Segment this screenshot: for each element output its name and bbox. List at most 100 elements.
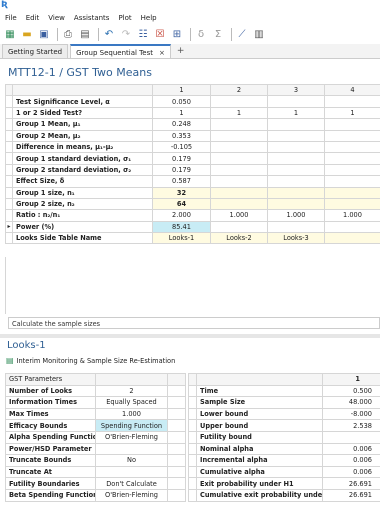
menu-file[interactable]: File bbox=[0, 13, 21, 25]
grid-cell[interactable]: -0.105 bbox=[152, 140, 211, 154]
menu-assistants[interactable]: Assistants bbox=[69, 13, 114, 25]
grid-cell[interactable] bbox=[210, 220, 268, 234]
grid-cell[interactable] bbox=[210, 129, 268, 142]
result-cell[interactable]: 48.000 bbox=[322, 396, 380, 409]
grid-cell[interactable]: 0.248 bbox=[152, 118, 211, 131]
param-cell[interactable]: Equally Spaced bbox=[95, 396, 168, 409]
grid-cell[interactable] bbox=[267, 140, 325, 154]
result-cell[interactable]: 0.006 bbox=[322, 465, 380, 479]
grid-cell[interactable] bbox=[267, 220, 325, 234]
menu-help[interactable]: Help bbox=[136, 13, 161, 25]
grid-cell[interactable]: 0.587 bbox=[152, 175, 211, 188]
param-cell[interactable] bbox=[95, 442, 168, 456]
grid-cell[interactable] bbox=[210, 140, 268, 154]
insert-rows-icon[interactable]: ☷ bbox=[136, 28, 150, 42]
grid-cell[interactable] bbox=[267, 163, 325, 177]
grid-cell[interactable] bbox=[324, 175, 380, 188]
column-header[interactable]: 1 bbox=[152, 83, 211, 97]
result-cell[interactable]: 2.538 bbox=[322, 419, 380, 432]
grid-cell[interactable] bbox=[324, 163, 380, 177]
grid-cell[interactable] bbox=[324, 152, 380, 165]
chart-icon[interactable]: ⟋ bbox=[235, 28, 249, 42]
grid-cell[interactable] bbox=[324, 186, 380, 199]
fill-icon[interactable]: ⊞ bbox=[170, 28, 184, 42]
grid-cell[interactable] bbox=[324, 140, 380, 154]
grid-cell[interactable]: Looks-2 bbox=[210, 232, 268, 245]
grid-cell[interactable] bbox=[267, 152, 325, 165]
grid-cell[interactable] bbox=[210, 197, 268, 211]
grid-cell[interactable]: Looks-1 bbox=[152, 232, 211, 245]
grid-cell[interactable] bbox=[210, 186, 268, 199]
interim-monitoring-link[interactable]: ▤ Interim Monitoring & Sample Size Re-Es… bbox=[6, 356, 175, 365]
grid-cell[interactable] bbox=[324, 197, 380, 211]
sigma-icon[interactable]: Σ bbox=[211, 28, 225, 42]
grid-cell[interactable] bbox=[267, 118, 325, 131]
grid-cell[interactable] bbox=[324, 232, 380, 245]
grid-cell[interactable]: 2.000 bbox=[152, 209, 211, 222]
delta-icon[interactable]: δ bbox=[194, 28, 208, 42]
print-icon[interactable]: ⎙ bbox=[61, 28, 75, 42]
panel-splitter[interactable] bbox=[0, 334, 380, 338]
grid-cell[interactable] bbox=[210, 175, 268, 188]
column-header[interactable]: 3 bbox=[267, 83, 325, 97]
param-cell[interactable] bbox=[95, 465, 168, 479]
result-cell[interactable]: 0.006 bbox=[322, 454, 380, 467]
tab-getting-started[interactable]: Getting Started bbox=[2, 44, 69, 58]
grid-cell[interactable] bbox=[324, 118, 380, 131]
menu-edit[interactable]: Edit bbox=[21, 13, 44, 25]
grid-cell[interactable]: 64 bbox=[152, 197, 211, 211]
grid-cell[interactable]: 1.000 bbox=[210, 209, 268, 222]
param-cell[interactable]: O'Brien-Fleming bbox=[95, 430, 168, 444]
delete-rows-icon[interactable]: ☒ bbox=[153, 28, 167, 42]
param-cell[interactable]: No bbox=[95, 454, 168, 467]
print-preview-icon[interactable]: ▤ bbox=[78, 28, 92, 42]
grid-cell[interactable] bbox=[324, 95, 380, 108]
grid-cell[interactable]: 85.41 bbox=[152, 220, 211, 234]
add-tab-button[interactable]: + bbox=[171, 46, 191, 58]
result-cell[interactable]: 26.691 bbox=[322, 488, 380, 502]
grid-cell[interactable] bbox=[324, 129, 380, 142]
result-cell[interactable]: -8.000 bbox=[322, 407, 380, 421]
grid-cell[interactable]: Looks-3 bbox=[267, 232, 325, 245]
grid-cell[interactable]: 1.000 bbox=[267, 209, 325, 222]
grid-cell[interactable] bbox=[267, 175, 325, 188]
result-cell[interactable]: 26.691 bbox=[322, 477, 380, 490]
result-cell[interactable]: 0.006 bbox=[322, 442, 380, 456]
grid-cell[interactable] bbox=[267, 129, 325, 142]
grid-cell[interactable]: 1.000 bbox=[324, 209, 380, 222]
grid-cell[interactable] bbox=[267, 186, 325, 199]
grid-cell[interactable] bbox=[210, 152, 268, 165]
grid-cell[interactable]: 1 bbox=[152, 106, 211, 120]
column-header[interactable]: 4 bbox=[324, 83, 380, 97]
grid-cell[interactable]: 0.050 bbox=[152, 95, 211, 108]
column-header[interactable]: 1 bbox=[322, 373, 380, 386]
open-folder-icon[interactable]: ▬ bbox=[20, 28, 34, 42]
grid-cell[interactable] bbox=[324, 220, 380, 234]
tab-group-sequential-test[interactable]: Group Sequential Test × bbox=[70, 44, 171, 58]
grid-cell[interactable]: 1 bbox=[267, 106, 325, 120]
grid-cell[interactable]: 0.179 bbox=[152, 163, 211, 177]
param-cell-selected[interactable]: Spending Function bbox=[95, 419, 168, 432]
result-cell[interactable] bbox=[322, 430, 380, 444]
result-cell[interactable]: 0.500 bbox=[322, 384, 380, 398]
grid-cell[interactable] bbox=[210, 95, 268, 108]
grid-cell[interactable] bbox=[267, 197, 325, 211]
param-cell[interactable]: Don't Calculate bbox=[95, 477, 168, 490]
redo-icon[interactable]: ↷ bbox=[119, 28, 133, 42]
grid-cell[interactable]: 0.353 bbox=[152, 129, 211, 142]
grid-cell[interactable] bbox=[210, 118, 268, 131]
param-cell[interactable]: 1.000 bbox=[95, 407, 168, 421]
undo-icon[interactable]: ↶ bbox=[102, 28, 116, 42]
grid-cell[interactable]: 1 bbox=[210, 106, 268, 120]
grid-cell[interactable]: 1 bbox=[324, 106, 380, 120]
report-icon[interactable]: ▥ bbox=[252, 28, 266, 42]
menu-plot[interactable]: Plot bbox=[113, 13, 135, 25]
save-icon[interactable]: ▣ bbox=[37, 28, 51, 42]
grid-cell[interactable]: 32 bbox=[152, 186, 211, 199]
param-cell[interactable]: 2 bbox=[95, 384, 168, 398]
new-table-icon[interactable]: ▦ bbox=[3, 28, 17, 42]
grid-cell[interactable]: 0.179 bbox=[152, 152, 211, 165]
close-tab-icon[interactable]: × bbox=[159, 49, 165, 57]
menu-view[interactable]: View bbox=[43, 13, 69, 25]
grid-cell[interactable] bbox=[210, 163, 268, 177]
